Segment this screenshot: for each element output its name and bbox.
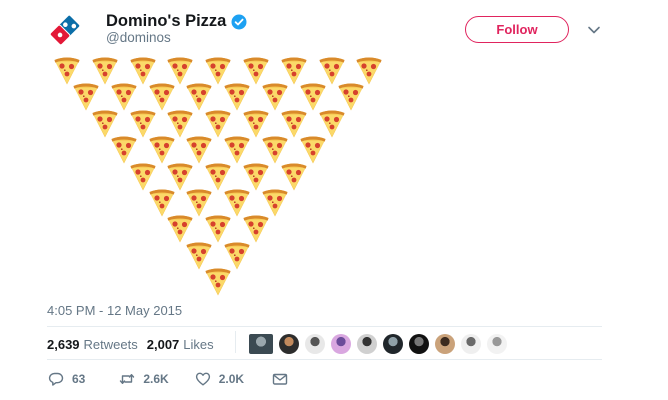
follow-button[interactable]: Follow [465, 16, 569, 43]
divider [47, 359, 602, 360]
liker-avatar[interactable] [357, 334, 377, 354]
author-display-name[interactable]: Domino's Pizza [106, 12, 226, 31]
liker-avatar[interactable] [487, 334, 507, 354]
author-name-row[interactable]: Domino's Pizza [106, 12, 247, 31]
liker-avatar[interactable] [461, 334, 481, 354]
likes-count: 2,007 [146, 337, 180, 352]
tweet-media [0, 0, 668, 300]
tweet-stats: 2,639 Retweets 2,007 Likes [47, 337, 223, 352]
reply-action[interactable]: 63 [48, 371, 85, 387]
liker-avatar[interactable] [383, 334, 403, 354]
like-action[interactable]: 2.0K [195, 371, 244, 387]
tweet-actions: 63 2.6K 2.0K [48, 371, 288, 387]
retweet-icon [120, 374, 135, 384]
direct-message-action[interactable] [272, 371, 288, 387]
retweets-label: Retweets [83, 337, 138, 352]
retweets-stat[interactable]: 2,639 Retweets [47, 337, 138, 352]
liker-avatar[interactable] [249, 334, 273, 354]
chevron-down-icon[interactable] [587, 24, 601, 36]
liker-avatar[interactable] [435, 334, 455, 354]
liker-avatars [249, 334, 513, 354]
retweet-count: 2.6K [143, 372, 169, 386]
dominos-logo-icon[interactable] [47, 12, 83, 48]
tweet: Domino's Pizza @dominos Follow 4:05 PM -… [0, 0, 668, 400]
verified-badge-icon [231, 14, 247, 29]
like-count: 2.0K [218, 372, 245, 386]
pizza-slice-icon [205, 268, 231, 296]
retweets-count: 2,639 [47, 337, 80, 352]
tweet-timestamp[interactable]: 4:05 PM - 12 May 2015 [47, 303, 182, 318]
stats-separator [235, 331, 236, 353]
liker-avatar[interactable] [279, 334, 299, 354]
reply-icon [48, 372, 64, 386]
likes-label: Likes [183, 337, 214, 352]
retweet-action[interactable]: 2.6K [119, 371, 169, 387]
envelope-icon [272, 373, 288, 385]
reply-count: 63 [72, 372, 86, 386]
heart-icon [195, 372, 210, 386]
likes-stat[interactable]: 2,007 Likes [147, 337, 214, 352]
liker-avatar[interactable] [331, 334, 351, 354]
author-handle[interactable]: @dominos [106, 30, 171, 45]
divider [47, 326, 602, 327]
liker-avatar[interactable] [409, 334, 429, 354]
liker-avatar[interactable] [305, 334, 325, 354]
